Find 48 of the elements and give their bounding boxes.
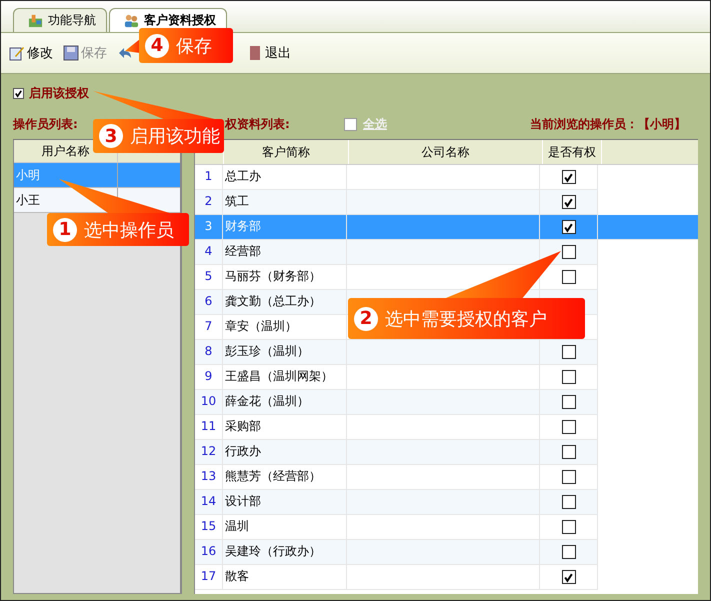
customer-name: 散客 — [223, 565, 347, 589]
row-number: 17 — [195, 565, 223, 589]
customer-name: 王盛昌（温圳网架） — [223, 365, 347, 389]
row-number: 4 — [195, 240, 223, 264]
row-number: 11 — [195, 415, 223, 439]
enable-label: 启用该授权 — [29, 84, 89, 102]
customer-name: 彭玉珍（温圳） — [223, 340, 347, 364]
row-number: 10 — [195, 390, 223, 414]
callout-text: 选中需要授权的客户 — [385, 308, 547, 330]
customer-name: 设计部 — [223, 490, 347, 514]
customer-name: 筑工 — [223, 190, 347, 214]
row-number: 8 — [195, 340, 223, 364]
operator-list-title: 操作员列表: — [13, 116, 79, 132]
step-number: 4 — [145, 34, 169, 58]
row-number: 16 — [195, 540, 223, 564]
customer-name: 章安（温圳） — [223, 315, 347, 339]
customer-name: 总工办 — [223, 165, 347, 189]
row-number: 2 — [195, 190, 223, 214]
step-number: 3 — [99, 124, 123, 148]
row-number: 1 — [195, 165, 223, 189]
callout-text: 保存 — [176, 34, 212, 58]
row-number: 9 — [195, 365, 223, 389]
callout-text: 选中操作员 — [84, 218, 174, 242]
customer-name: 财务部 — [223, 215, 347, 239]
customer-name: 薛金花（温圳） — [223, 390, 347, 414]
row-number: 12 — [195, 440, 223, 464]
row-number: 6 — [195, 290, 223, 314]
customer-name: 采购部 — [223, 415, 347, 439]
customer-name: 行政办 — [223, 440, 347, 464]
customer-name: 经营部 — [223, 240, 347, 264]
customer-name: 温圳 — [223, 515, 347, 539]
row-number: 5 — [195, 265, 223, 289]
customer-name: 马丽芬（财务部） — [223, 265, 347, 289]
row-number: 3 — [195, 215, 223, 239]
customer-name: 吴建玲（行政办） — [223, 540, 347, 564]
customer-list-title: 权资料列表: — [224, 116, 291, 132]
column-header: 是否有权 — [543, 140, 602, 164]
customer-name: 龚文勤（总工办） — [223, 290, 347, 314]
current-operator-label: 当前浏览的操作员：【小明】 — [530, 116, 686, 132]
row-number: 13 — [195, 465, 223, 489]
step-number: 2 — [354, 306, 378, 330]
callout-text: 启用该功能 — [130, 125, 220, 148]
row-number: 15 — [195, 515, 223, 539]
step-number: 1 — [53, 218, 77, 242]
customer-name: 熊慧芳（经营部） — [223, 465, 347, 489]
column-header: 公司名称 — [349, 140, 543, 164]
row-number: 7 — [195, 315, 223, 339]
row-number: 14 — [195, 490, 223, 514]
